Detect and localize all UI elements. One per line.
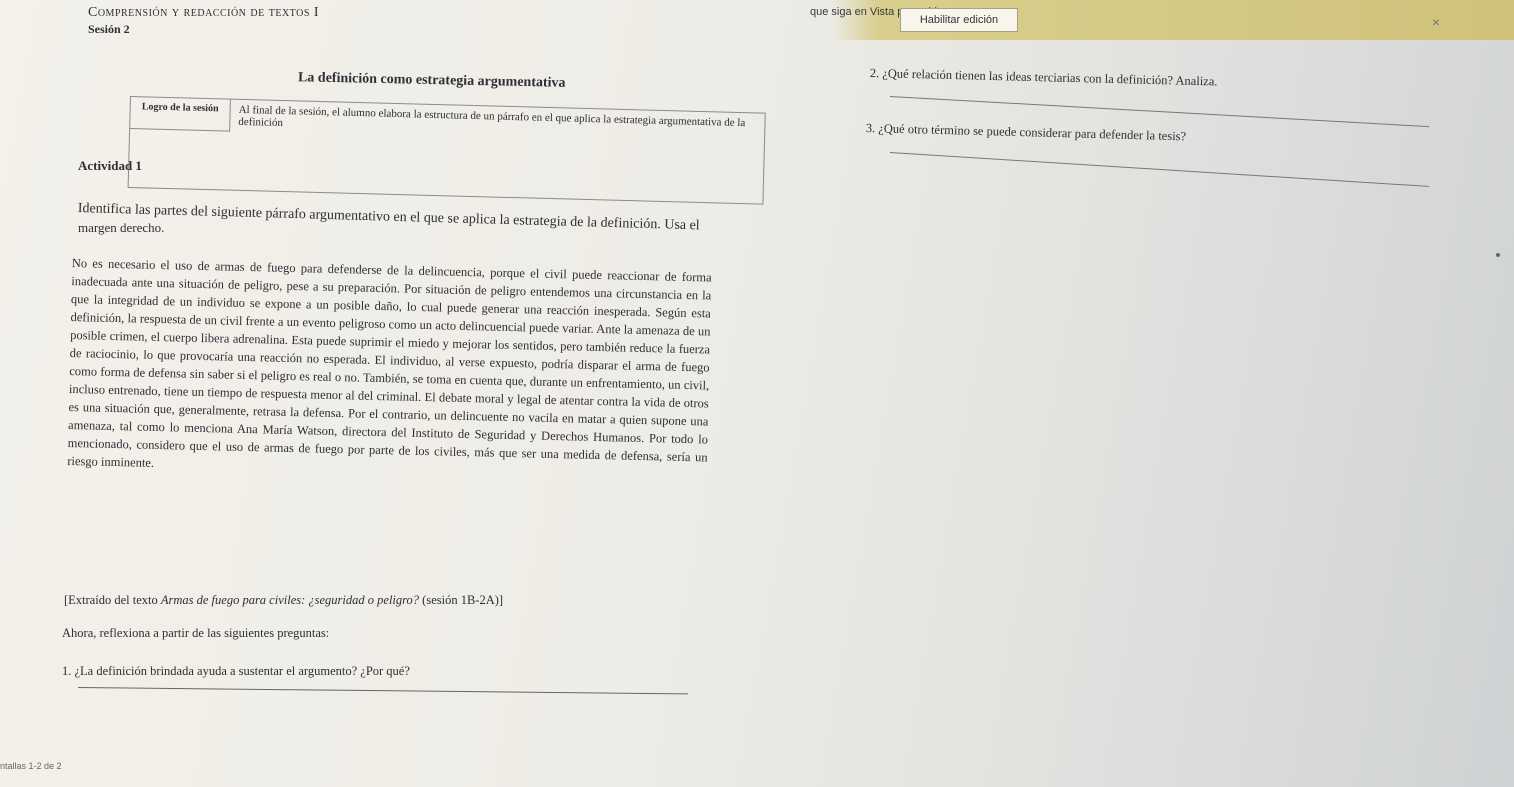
question-3: 3. ¿Qué otro término se puede considerar…	[865, 121, 1187, 144]
learning-goal-text: Al final de la sesión, el alumno elabora…	[238, 103, 746, 130]
citation-suffix: (sesión 1B-2A)]	[419, 593, 504, 607]
cursor-dot-icon	[1496, 253, 1500, 257]
answer-line-3[interactable]	[889, 152, 1429, 187]
answer-line-2[interactable]	[889, 96, 1430, 128]
citation-prefix: [Extraído del texto	[64, 593, 161, 607]
enable-editing-button[interactable]: Habilitar edición	[900, 8, 1018, 32]
argumentative-paragraph: No es necesario el uso de armas de fuego…	[67, 255, 712, 470]
question-2: 2. ¿Qué relación tienen las ideas tercia…	[869, 66, 1218, 89]
close-icon[interactable]: ×	[1432, 14, 1440, 30]
reflection-prompt: Ahora, reflexiona a partir de las siguie…	[62, 626, 330, 640]
document-heading: La definición como estrategia argumentat…	[297, 70, 566, 91]
learning-goal-label: Logro de la sesión	[130, 97, 231, 132]
course-title: Comprensión y redacción de textos I	[88, 5, 320, 20]
page-status: ntallas 1-2 de 2	[0, 761, 62, 771]
activity-title: Actividad 1	[78, 158, 142, 173]
question-1: 1. ¿La definición brindada ayuda a suste…	[62, 664, 410, 678]
session-label: Sesión 2	[88, 22, 130, 36]
source-citation: [Extraído del texto Armas de fuego para …	[64, 593, 503, 608]
learning-goal-box: Logro de la sesión Al final de la sesión…	[127, 96, 766, 205]
activity-instruction: Identifica las partes del siguiente párr…	[77, 201, 700, 234]
margin-note: margen derecho.	[78, 220, 165, 235]
answer-line-1[interactable]	[77, 687, 688, 695]
faint-margin-mark	[1452, 251, 1502, 259]
citation-title: Armas de fuego para civiles: ¿seguridad …	[160, 593, 420, 607]
